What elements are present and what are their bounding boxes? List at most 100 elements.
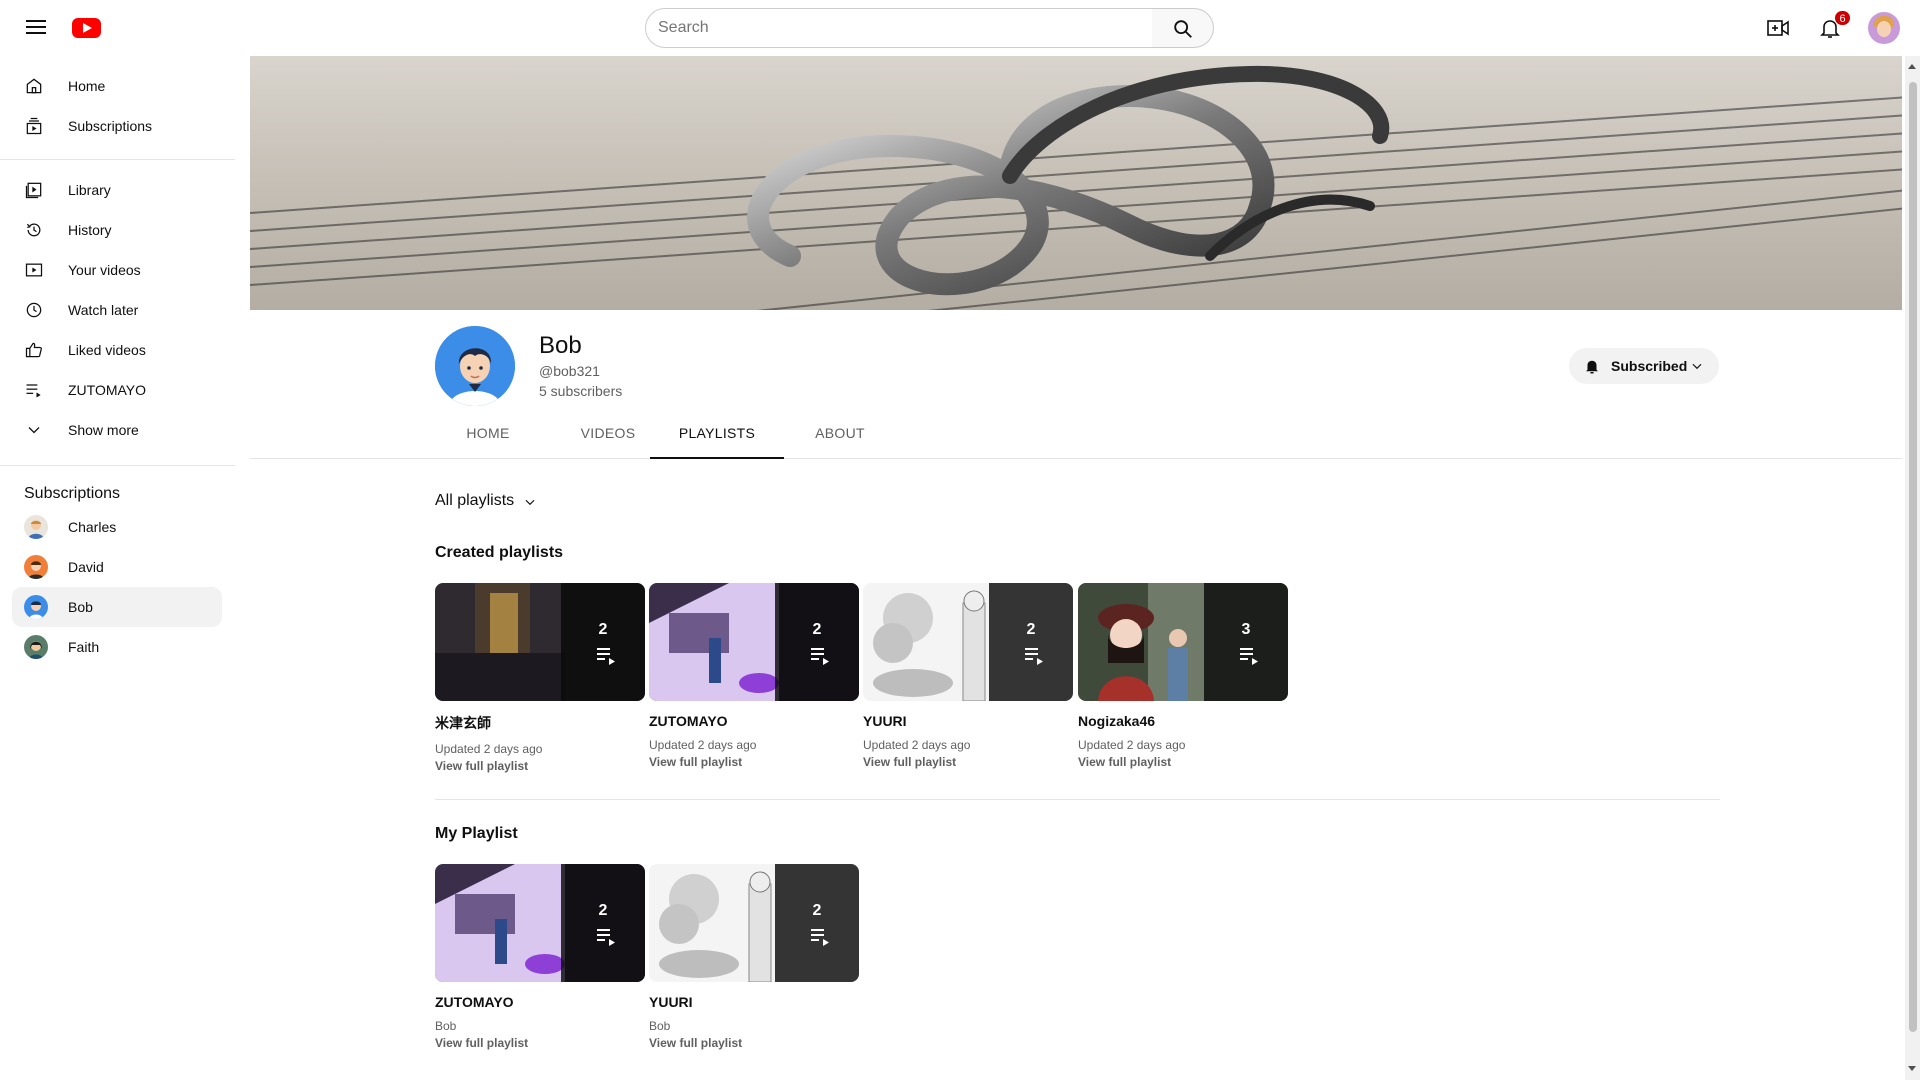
sidebar-item-label: Liked videos	[68, 342, 146, 358]
subscriptions-heading: Subscriptions	[24, 485, 121, 502]
scroll-down-icon[interactable]	[1908, 1066, 1916, 1071]
playlist-icon	[597, 929, 615, 946]
view-full-playlist-link[interactable]: View full playlist	[435, 759, 645, 773]
sidebar-item-label: Faith	[68, 639, 100, 655]
channel-banner	[250, 56, 1902, 310]
notification-badge: 6	[1834, 10, 1851, 26]
playlist-filter-label: All playlists	[435, 492, 515, 509]
playlist-title[interactable]: Nogizaka46	[1078, 713, 1288, 729]
playlist-icon	[1240, 648, 1258, 665]
playlist-card: 2 ZUTOMAYO Updated 2 days ago View full …	[649, 583, 859, 769]
scroll-thumb[interactable]	[1909, 82, 1917, 1032]
youtube-logo-icon[interactable]	[72, 18, 101, 38]
playlist-video-count: 2	[812, 621, 822, 638]
playlist-thumbnail[interactable]: 2	[435, 864, 645, 982]
avatar	[24, 555, 48, 579]
sidebar-item-label: History	[68, 222, 112, 238]
section-divider	[435, 799, 1720, 800]
sidebar-item-label: David	[68, 559, 104, 575]
subscribed-button[interactable]: Subscribed	[1569, 348, 1719, 384]
playlist-meta: Updated 2 days ago	[435, 742, 543, 756]
scroll-up-icon[interactable]	[1908, 64, 1916, 69]
avatar	[24, 595, 48, 619]
playlist-icon	[1025, 648, 1043, 665]
playlist-card: 2 YUURI Bob View full playlist	[649, 864, 859, 1050]
sidebar-item-liked-videos[interactable]: Liked videos	[12, 330, 222, 370]
sidebar-item-show-more[interactable]: Show more	[12, 410, 222, 450]
playlist-card: 2 YUURI Updated 2 days ago View full pla…	[863, 583, 1073, 769]
playlist-icon	[26, 384, 41, 398]
sidebar-item-label: ZUTOMAYO	[68, 382, 147, 398]
channel-tabs: HOME VIDEOS PLAYLISTS ABOUT	[250, 414, 1902, 459]
tab-playlists[interactable]: PLAYLISTS	[650, 414, 784, 459]
playlist-thumbnail[interactable]: 2	[649, 864, 859, 982]
sidebar-item-history[interactable]: History	[12, 210, 222, 250]
sidebar-divider	[0, 465, 235, 466]
playlist-title[interactable]: ZUTOMAYO	[649, 713, 859, 729]
home-icon	[26, 78, 42, 94]
search-input[interactable]	[645, 8, 1153, 48]
avatar	[24, 515, 48, 539]
playlist-filter-dropdown[interactable]: All playlists	[435, 492, 535, 510]
playlist-thumbnail[interactable]: 2	[863, 583, 1073, 701]
sidebar-item-label: Subscriptions	[68, 118, 153, 134]
playlist-title[interactable]: YUURI	[649, 994, 859, 1010]
sidebar-item-david[interactable]: David	[12, 547, 222, 587]
playlist-icon	[597, 648, 615, 665]
playlist-title[interactable]: YUURI	[863, 713, 1073, 729]
sidebar-item-zutomayo[interactable]: ZUTOMAYO	[12, 370, 222, 410]
playlist-thumbnail[interactable]: 2	[649, 583, 859, 701]
page-scrollbar[interactable]	[1905, 56, 1920, 1080]
subscriptions-icon	[26, 117, 42, 135]
channel-handle: @bob321	[539, 363, 600, 379]
watch-later-icon	[26, 302, 42, 318]
chevron-down-icon	[525, 499, 535, 506]
subscribed-label: Subscribed	[1611, 358, 1688, 374]
sidebar-item-library[interactable]: Library	[12, 170, 222, 210]
playlist-title[interactable]: ZUTOMAYO	[435, 994, 645, 1010]
create-video-icon[interactable]	[1766, 16, 1790, 40]
sidebar-item-label: Show more	[68, 422, 139, 438]
menu-icon[interactable]	[20, 16, 52, 40]
sidebar-item-label: Your videos	[68, 262, 141, 278]
sidebar-item-bob[interactable]: Bob	[12, 587, 222, 627]
playlist-card: 3 Nogizaka46 Updated 2 days ago View ful…	[1078, 583, 1288, 769]
sidebar-item-your-videos[interactable]: Your videos	[12, 250, 222, 290]
sidebar-item-label: Bob	[68, 599, 93, 615]
view-full-playlist-link[interactable]: View full playlist	[649, 1036, 859, 1050]
account-avatar[interactable]	[1868, 12, 1900, 44]
playlist-meta: Updated 2 days ago	[1078, 738, 1186, 752]
playlist-video-count: 2	[812, 902, 822, 919]
playlist-meta: Updated 2 days ago	[649, 738, 757, 752]
view-full-playlist-link[interactable]: View full playlist	[649, 755, 859, 769]
sidebar-divider	[0, 159, 235, 160]
playlist-thumbnail[interactable]: 3	[1078, 583, 1288, 701]
playlist-title[interactable]: 米津玄師	[435, 713, 645, 733]
view-full-playlist-link[interactable]: View full playlist	[435, 1036, 645, 1050]
sidebar-item-label: Charles	[68, 519, 117, 535]
view-full-playlist-link[interactable]: View full playlist	[863, 755, 1073, 769]
playlist-thumbnail[interactable]: 2	[435, 583, 645, 701]
sidebar-item-watch-later[interactable]: Watch later	[12, 290, 222, 330]
playlist-card: 2 米津玄師 Updated 2 days ago View full play…	[435, 583, 645, 773]
top-bar: 6	[0, 0, 1920, 56]
sidebar-item-subscriptions[interactable]: Subscriptions	[12, 106, 222, 146]
history-icon	[26, 223, 41, 237]
sidebar-item-home[interactable]: Home	[12, 66, 222, 106]
treble-clef-image	[747, 65, 1390, 296]
tab-home[interactable]: HOME	[435, 414, 541, 459]
playlist-meta: Bob	[649, 1019, 671, 1033]
view-full-playlist-link[interactable]: View full playlist	[1078, 755, 1288, 769]
playlist-icon	[811, 929, 829, 946]
library-icon	[25, 182, 42, 199]
sidebar-item-faith[interactable]: Faith	[12, 627, 222, 667]
playlist-card: 2 ZUTOMAYO Bob View full playlist	[435, 864, 645, 1050]
search-button[interactable]	[1152, 8, 1214, 48]
sidebar-item-charles[interactable]: Charles	[12, 507, 222, 547]
playlist-video-count: 3	[1241, 621, 1251, 638]
tab-about[interactable]: ABOUT	[773, 414, 907, 459]
bell-icon	[1586, 360, 1598, 374]
avatar	[24, 635, 48, 659]
subscriber-count: 5 subscribers	[539, 383, 623, 399]
channel-avatar	[435, 326, 515, 406]
